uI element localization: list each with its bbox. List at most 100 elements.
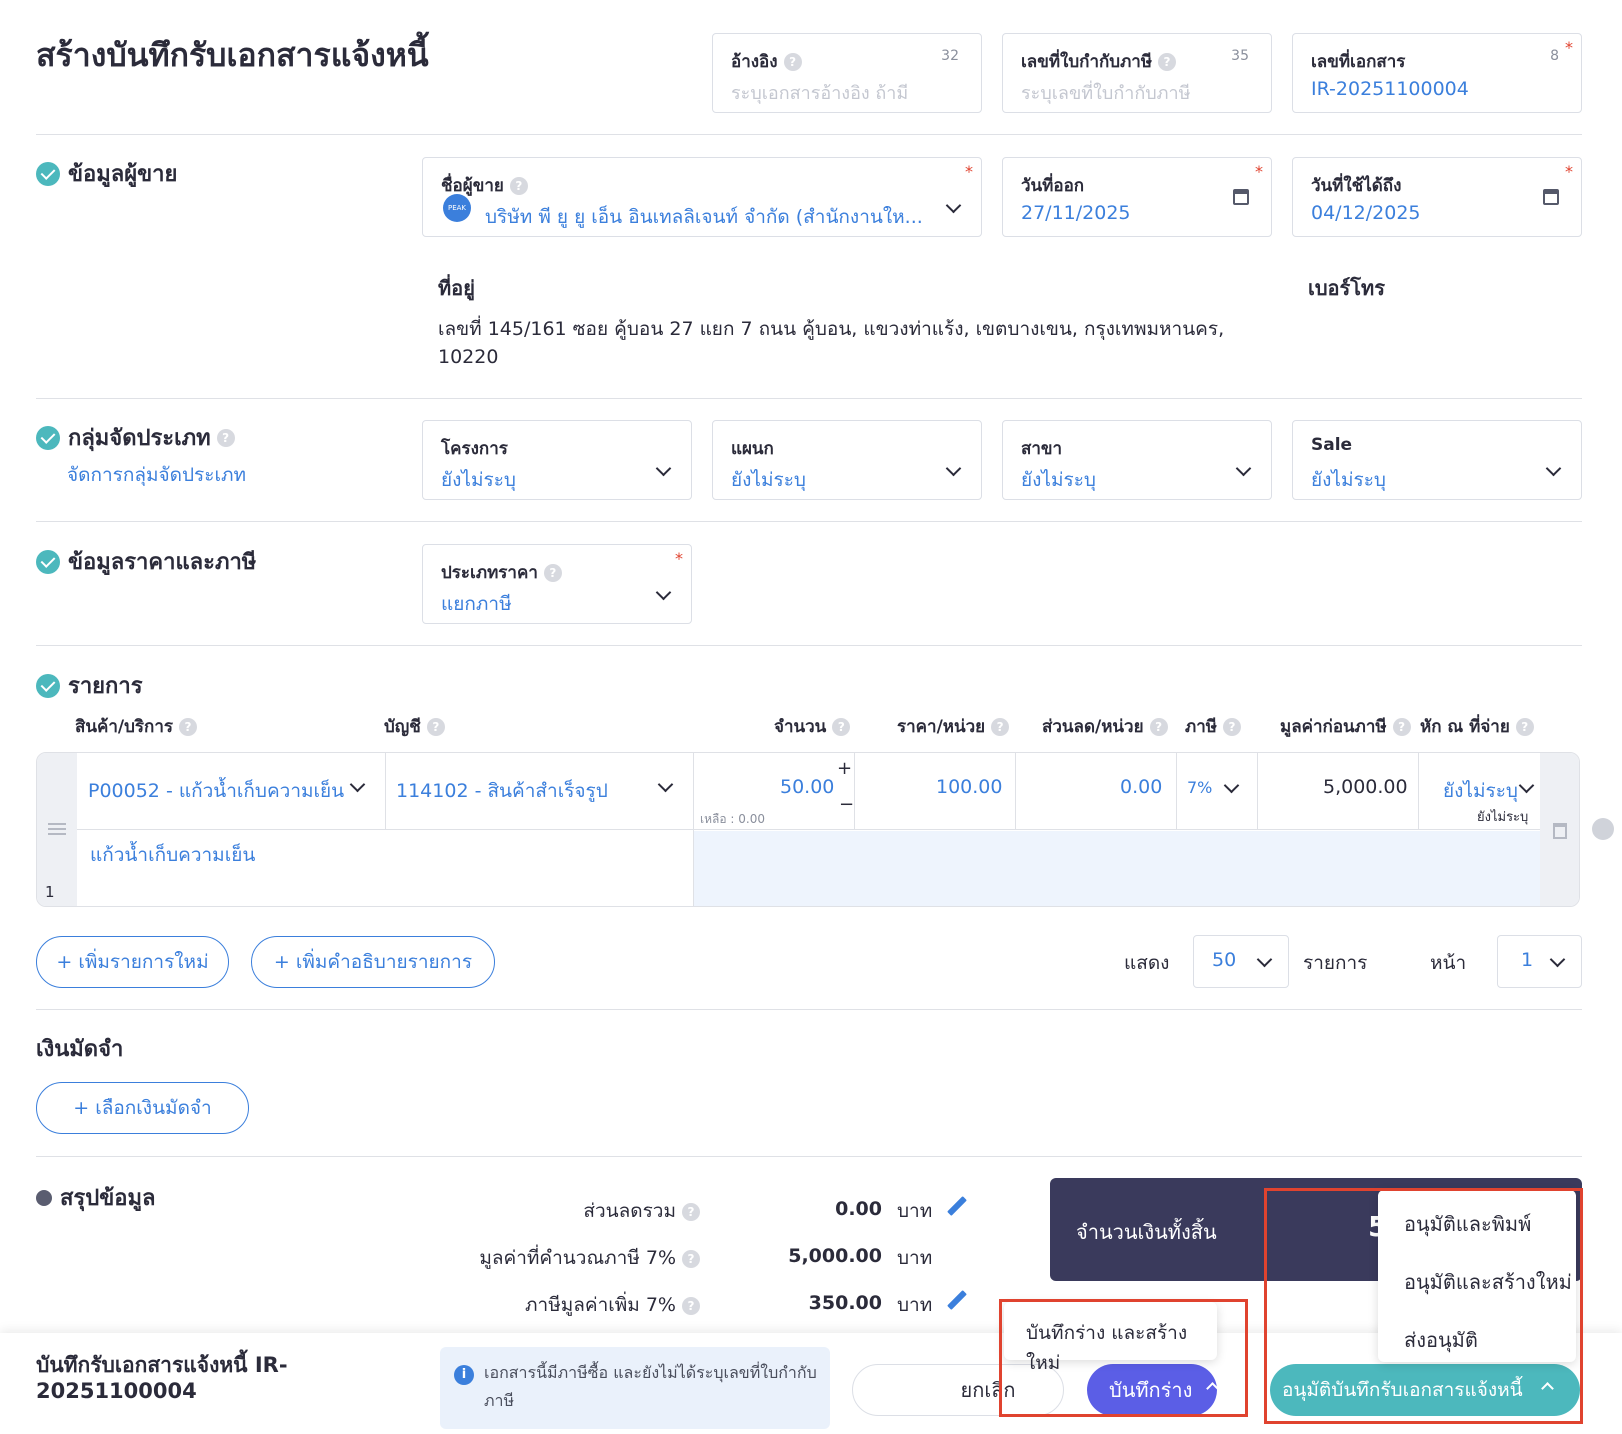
quantity-input[interactable]: 50.00 [780,776,834,798]
discount-input[interactable]: 0.00 [1120,776,1162,798]
remaining-stock: เหลือ : 0.00 [700,812,765,826]
issue-date-field[interactable]: วันที่ออก * 27/11/2025 [1002,157,1272,237]
price-type-label: ประเภทราคา [441,563,538,583]
summary-taxable-unit: บาท [897,1247,933,1269]
manage-category-link[interactable]: จัดการกลุ่มจัดประเภท [67,460,246,490]
per-page-select[interactable]: 50 [1193,935,1289,988]
divider [36,1156,1582,1157]
seller-name-value: บริษัท พี ยู ยู เอ็น อินเทลลิเจนท์ จำกัด… [485,206,923,228]
reference-field[interactable]: อ้างอิง? 32 ระบุเอกสารอ้างอิง ถ้ามี [712,33,982,113]
deposit-section-title: เงินมัดจำ [36,1037,124,1062]
calendar-icon[interactable] [1233,189,1249,205]
help-icon: ? [832,718,851,736]
department-select[interactable]: แผนก ยังไม่ระบุ [712,420,982,500]
page-title: สร้างบันทึกรับเอกสารแจ้งหนี้ [36,36,429,74]
project-value: ยังไม่ระบุ [441,469,516,491]
pie-chart-icon[interactable] [1592,818,1614,840]
column-header-withholding: หัก ณ ที่จ่าย? [1420,713,1534,740]
withholding-select[interactable]: ยังไม่ระบุ [1443,776,1518,806]
seller-name-select[interactable]: ชื่อผู้ขาย? * PEAK บริษัท พี ยู ยู เอ็น … [422,157,982,237]
drag-handle-icon[interactable] [48,823,66,825]
branch-value: ยังไม่ระบุ [1021,469,1096,491]
info-icon: i [454,1365,474,1385]
department-label: แผนก [731,439,774,459]
help-icon: ? [509,177,528,195]
footer-doc-title-line2: 20251100004 [36,1379,197,1403]
account-select[interactable]: 114102 - สินค้าสำเร็จรูป [396,776,608,806]
help-icon: ? [1392,718,1411,736]
tax-select[interactable]: 7% [1187,778,1212,797]
category-section-title: กลุ่มจัดประเภท? [36,420,235,455]
tax-invoice-placeholder: ระบุเลขที่ใบกำกับภาษี [1021,83,1191,104]
price-section-title: ข้อมูลราคาและภาษี [36,544,256,579]
trash-icon[interactable] [1553,823,1567,839]
edit-icon[interactable] [947,1290,967,1310]
product-select[interactable]: P00052 - แก้วน้ำเก็บความเย็น [88,776,344,806]
branch-select[interactable]: สาขา ยังไม่ระบุ [1002,420,1272,500]
select-deposit-button[interactable]: + เลือกเงินมัดจำ [36,1082,249,1134]
price-type-select[interactable]: ประเภทราคา? * แยกภาษี [422,544,692,624]
page-select[interactable]: 1 [1497,935,1582,988]
address-label: ที่อยู่ [438,276,475,300]
summary-taxable-value: 5,000.00 [788,1245,882,1267]
help-icon: ? [682,1296,700,1315]
branch-label: สาขา [1021,439,1063,459]
increment-icon[interactable]: + [837,758,852,779]
valid-until-field[interactable]: วันที่ใช้ได้ถึง * 04/12/2025 [1292,157,1582,237]
check-icon [36,549,60,574]
divider [36,645,1582,646]
chevron-down-icon [945,460,962,477]
decrement-icon[interactable]: − [839,794,854,815]
required-marker: * [1565,38,1573,57]
seller-name-label: ชื่อผู้ขาย [441,176,504,196]
summary-vat-label: ภาษีมูลค่าเพิ่ม 7%? [525,1290,700,1320]
pre-tax-value: 5,000.00 [1323,776,1408,798]
reference-label: อ้างอิง [731,52,778,72]
divider [36,521,1582,522]
help-icon: ? [1222,718,1241,736]
tax-invoice-label: เลขที่ใบกำกับภาษี [1021,52,1153,72]
summary-vat-value: 350.00 [808,1292,882,1314]
seller-avatar: PEAK [443,194,471,222]
summary-vat-unit: บาท [897,1294,933,1316]
add-item-button[interactable]: + เพิ่มรายการใหม่ [36,936,229,988]
chevron-down-icon [1549,951,1566,968]
help-icon: ? [1515,718,1534,736]
document-number-field[interactable]: เลขที่เอกสาร 8 * IR-20251100004 [1292,33,1582,113]
bullet-icon [36,1189,52,1206]
sale-value: ยังไม่ระบุ [1311,469,1386,491]
chevron-down-icon [945,197,962,214]
column-header-discount: ส่วนลด/หน่วย? [1042,713,1168,740]
reference-counter: 32 [941,48,959,64]
unit-price-input[interactable]: 100.00 [936,776,1002,798]
column-header-unit-price: ราคา/หน่วย? [897,713,1010,740]
info-text-line1: เอกสารนี้มีภาษีซื้อ และยังไม่ได้ระบุเลขท… [484,1363,817,1382]
edit-icon[interactable] [947,1196,967,1216]
seller-section-title: ข้อมูลผู้ขาย [36,156,177,191]
check-icon [36,161,60,186]
column-header-quantity: จำนวน? [774,713,851,740]
item-description-input[interactable]: แก้วน้ำเก็บความเย็น [90,840,255,870]
help-icon: ? [543,564,562,582]
project-select[interactable]: โครงการ ยังไม่ระบุ [422,420,692,500]
issue-date-value: 27/11/2025 [1021,202,1131,224]
show-label: แสดง [1124,952,1170,974]
items-label: รายการ [1303,952,1368,974]
check-icon [36,673,60,698]
row-actions [1540,753,1579,906]
summary-section-title: สรุปข้อมูล [36,1180,155,1215]
add-description-button[interactable]: + เพิ่มคำอธิบายรายการ [251,936,495,988]
total-label: จำนวนเงินทั้งสิ้น [1076,1220,1217,1244]
sale-select[interactable]: Sale ยังไม่ระบุ [1292,420,1582,500]
row-handle[interactable]: 1 [37,753,77,906]
department-value: ยังไม่ระบุ [731,469,806,491]
help-icon: ? [991,718,1010,736]
help-icon: ? [783,53,802,71]
help-icon: ? [682,1202,700,1221]
withholding-sub-label: ยังไม่ระบุ [1477,810,1529,825]
tax-invoice-field[interactable]: เลขที่ใบกำกับภาษี? 35 ระบุเลขที่ใบกำกับภ… [1002,33,1272,113]
highlight-box-approve [1264,1188,1583,1424]
issue-date-label: วันที่ออก [1021,176,1085,196]
phone-label: เบอร์โทร [1308,276,1385,300]
calendar-icon[interactable] [1543,189,1559,205]
